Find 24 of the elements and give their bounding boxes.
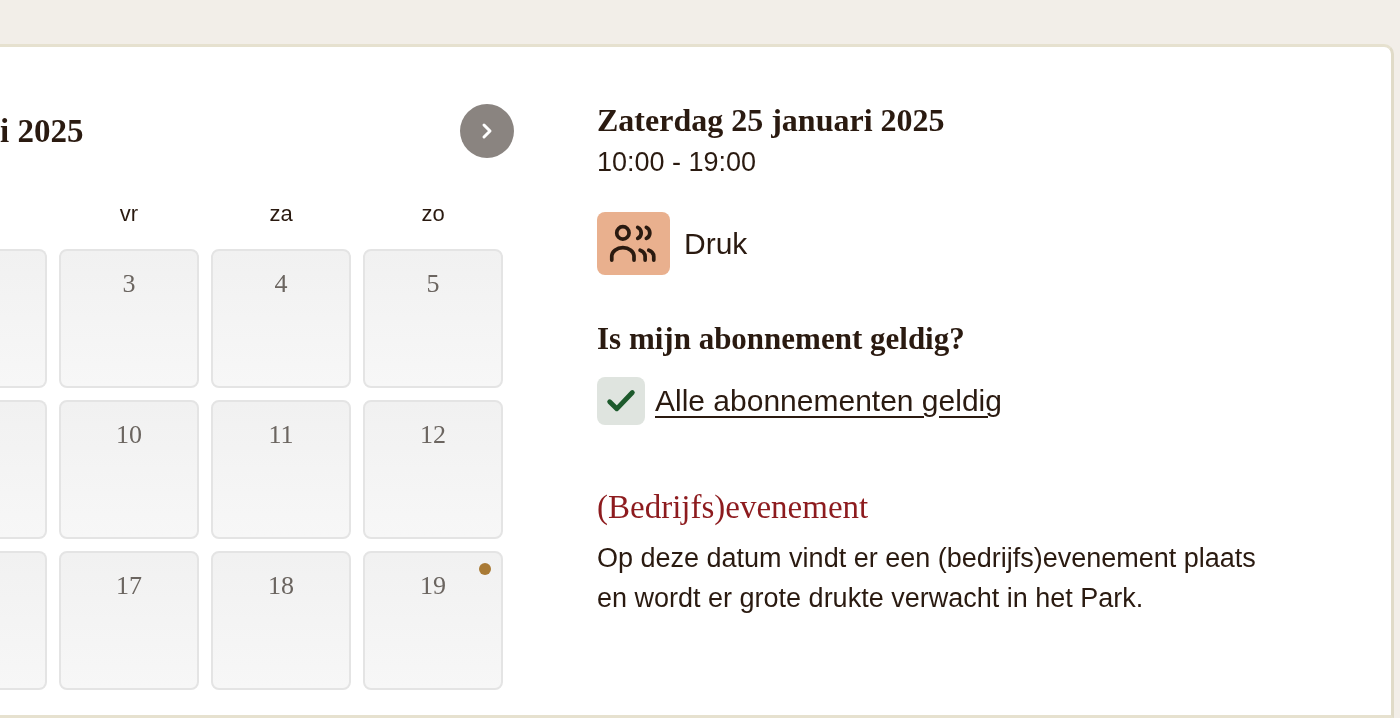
day-cell[interactable]: 11 xyxy=(211,400,351,539)
section-heading: Is mijn abonnement geldig? xyxy=(597,321,966,357)
day-cell[interactable]: 19 xyxy=(363,551,503,690)
day-cell[interactable] xyxy=(0,249,47,388)
next-month-button[interactable] xyxy=(460,104,514,158)
weekday-label: zo xyxy=(421,201,445,228)
month-title: i 2025 xyxy=(0,112,84,150)
weekday-label: vr xyxy=(119,201,139,228)
day-cell[interactable]: 18 xyxy=(211,551,351,690)
weekday-label: za xyxy=(269,201,293,228)
date-heading: Zaterdag 25 januari 2025 xyxy=(597,102,946,139)
day-cell[interactable] xyxy=(0,400,47,539)
day-cell[interactable]: 4 xyxy=(211,249,351,388)
event-description: Op deze datum vindt er een (bedrijfs)evenement plaats en wordt er grote drukte verwacht in het Park. xyxy=(597,542,1257,615)
opening-hours: 10:00 - 19:00 xyxy=(597,147,758,178)
event-title: (Bedrijfs)evenement xyxy=(597,489,870,526)
day-cell[interactable]: 17 xyxy=(59,551,199,690)
subscriptions-link[interactable]: Alle abonnementen geldig xyxy=(655,384,1002,418)
day-cell[interactable]: 12 xyxy=(363,400,503,539)
crowd-level: Druk xyxy=(684,226,748,261)
day-cell[interactable]: 10 xyxy=(59,400,199,539)
day-cell[interactable]: 3 xyxy=(59,249,199,388)
day-cell[interactable]: 5 xyxy=(363,249,503,388)
day-cell[interactable] xyxy=(0,551,47,690)
